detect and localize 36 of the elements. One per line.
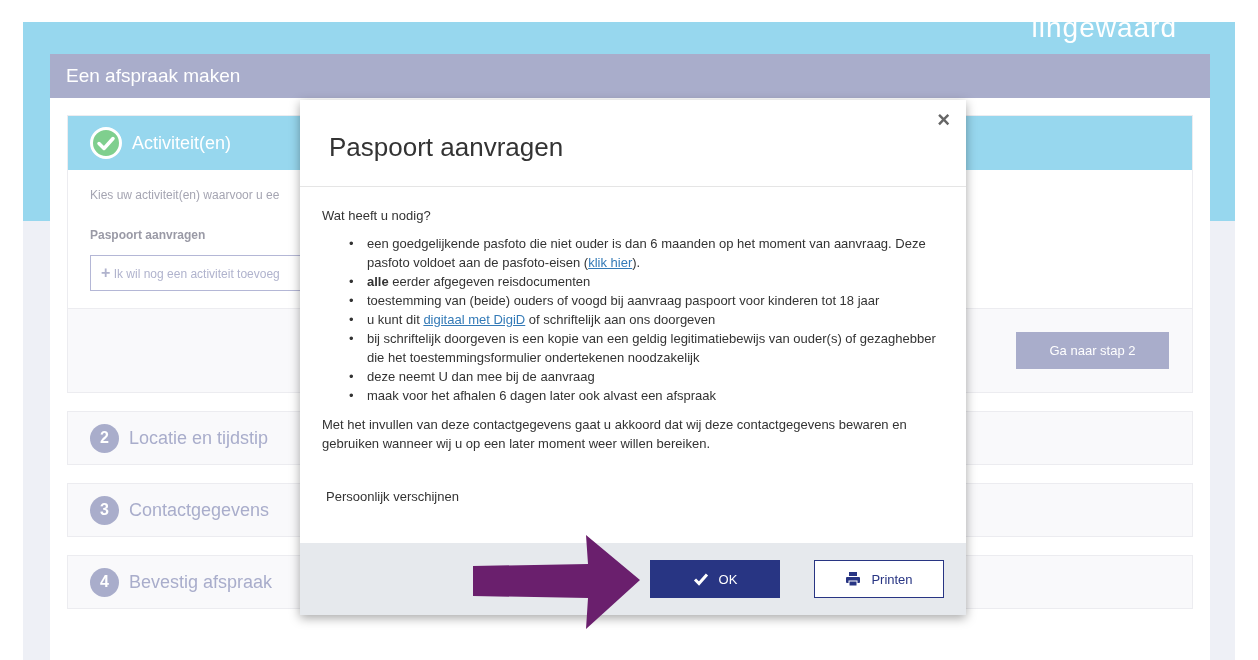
bullet: • xyxy=(349,235,355,253)
activity-label: Paspoort aanvragen xyxy=(90,228,206,242)
step-title: Contactgegevens xyxy=(129,499,270,521)
check-icon xyxy=(692,571,709,587)
bullet: • xyxy=(349,292,355,310)
bullet: • xyxy=(349,330,355,348)
step-instruction: Kies uw activiteit(en) waarvoor u ee xyxy=(90,188,280,202)
step-title: Activiteit(en) xyxy=(132,132,232,154)
check-circle-icon xyxy=(90,127,122,159)
dialog-question: Wat heeft u nodig? xyxy=(322,207,432,225)
dialog-title: Paspoort aanvragen xyxy=(328,130,564,163)
list-item: deze neemt U dan mee bij de aanvraag xyxy=(367,368,595,386)
close-button[interactable]: × xyxy=(935,108,952,132)
ok-button[interactable]: OK xyxy=(650,560,780,598)
bullet: • xyxy=(349,368,355,386)
bullet: • xyxy=(349,387,355,405)
list-item: maak voor het afhalen 6 dagen later ook alvast een afspraak xyxy=(367,387,717,405)
step-title: Locatie en tijdstip xyxy=(129,427,269,449)
link[interactable]: digitaal met DigiD xyxy=(423,312,526,327)
list-item: een goedgelijkende pasfoto die niet ouder is dan 6 maanden op het moment van aanvraag. Deze pasfoto voldoet aan de pasfoto-eisen (klik hier). xyxy=(367,235,927,272)
step-number: 2 xyxy=(90,423,119,453)
page-title: Een afspraak maken xyxy=(50,54,1210,98)
bullet: • xyxy=(349,273,355,291)
list-item: u kunt dit digitaal met DigiD of schriftelijk aan ons doorgeven xyxy=(367,311,716,329)
printer-icon xyxy=(845,571,862,587)
list-item: alle eerder afgegeven reisdocumenten xyxy=(367,273,591,291)
link[interactable]: klik hier xyxy=(588,255,633,270)
print-button[interactable]: Printen xyxy=(814,560,944,598)
step-number: 4 xyxy=(90,567,119,597)
list-item: toestemming van (beide) ouders of voogd bij aanvraag paspoort voor kinderen tot 18 jaar xyxy=(367,292,880,310)
appearance-text: Persoonlijk verschijnen xyxy=(326,488,460,506)
step-number: 3 xyxy=(90,495,119,525)
step-title: Bevestig afspraak xyxy=(129,571,273,593)
logo-text: lingewaard xyxy=(1031,14,1177,42)
consent-text: Met het invullen van deze contactgegevens gaat u akkoord dat wij deze contactgegevens bewaren en gebruiken wanneer wij u op een later moment weer willen bereiken. xyxy=(322,416,908,453)
bullet: • xyxy=(349,311,355,329)
